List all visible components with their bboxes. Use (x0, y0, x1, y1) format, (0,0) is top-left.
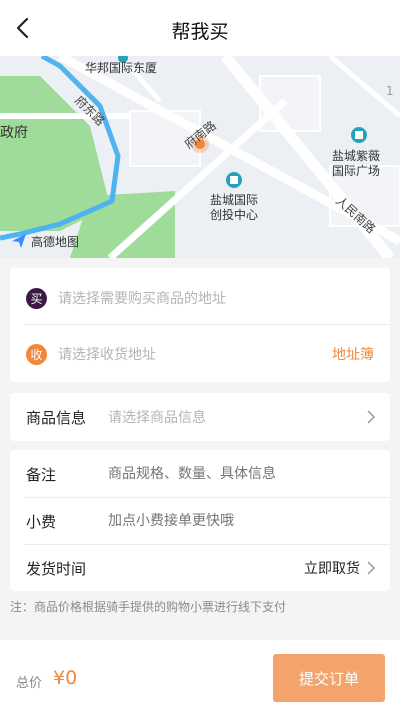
goods-info-label: 商品信息 (26, 408, 87, 427)
goods-info-placeholder: 请选择商品信息 (108, 410, 206, 426)
map-label-guoji-guangchang: 国际广场 (332, 164, 381, 178)
map-label-edge-number: 1 (386, 84, 394, 98)
remark-label: 备注 (26, 465, 57, 484)
ship-time-value: 立即取货 (304, 561, 360, 577)
goods-info-row[interactable]: 商品信息 请选择商品信息 (10, 393, 390, 441)
receive-badge: 收 (26, 343, 47, 365)
chevron-right-icon (367, 410, 376, 424)
receive-address-placeholder: 请选择收货地址 (58, 347, 156, 363)
map-view[interactable]: 华邦国际东厦 府东路 政府 府南路 盐城国际 创投中心 盐城紫薇 国际广场 人民… (0, 56, 400, 258)
address-card: 买 请选择需要购买商品的地址 收 请选择收货地址 地址簿 (10, 268, 390, 382)
receive-address-row[interactable]: 收 请选择收货地址 地址簿 (10, 330, 390, 378)
divider (24, 324, 390, 325)
buy-address-row[interactable]: 买 请选择需要购买商品的地址 (10, 274, 390, 322)
total-value: ¥0 (53, 667, 78, 689)
map-label-zhengfu: 政府 (0, 125, 28, 141)
amap-logo-icon (12, 234, 26, 248)
footer-bar: 总价 ¥0 提交订单 (0, 640, 400, 711)
page-title: 帮我买 (171, 21, 229, 43)
buy-address-placeholder: 请选择需要购买商品的地址 (58, 291, 226, 307)
payment-note: 注：商品价格根据骑手提供的购物小票进行线下支付 (10, 600, 287, 614)
details-card: 备注 小费 发货时间 立即取货 (10, 450, 390, 591)
total-label: 总价 (16, 676, 43, 691)
amap-logo-text: 高德地图 (31, 234, 80, 249)
tip-row[interactable]: 小费 (10, 497, 390, 545)
map-label-chuangtou: 创投中心 (210, 208, 259, 222)
ship-time-row[interactable]: 发货时间 立即取货 (10, 544, 390, 592)
ship-time-label: 发货时间 (26, 559, 87, 578)
amap-logo: 高德地图 (10, 232, 79, 250)
goods-card: 商品信息 请选择商品信息 (10, 393, 390, 441)
chevron-right-icon (367, 561, 376, 575)
app-header: 帮我买 (0, 0, 400, 56)
address-book-link[interactable]: 地址簿 (332, 344, 374, 364)
submit-order-button[interactable]: 提交订单 (273, 654, 385, 702)
remark-input[interactable] (108, 466, 368, 482)
buy-badge: 买 (26, 287, 47, 309)
tip-input[interactable] (108, 513, 368, 529)
remark-row[interactable]: 备注 (10, 450, 390, 498)
tip-label: 小费 (26, 512, 57, 531)
map-label-huabang: 华邦国际东厦 (85, 61, 158, 75)
